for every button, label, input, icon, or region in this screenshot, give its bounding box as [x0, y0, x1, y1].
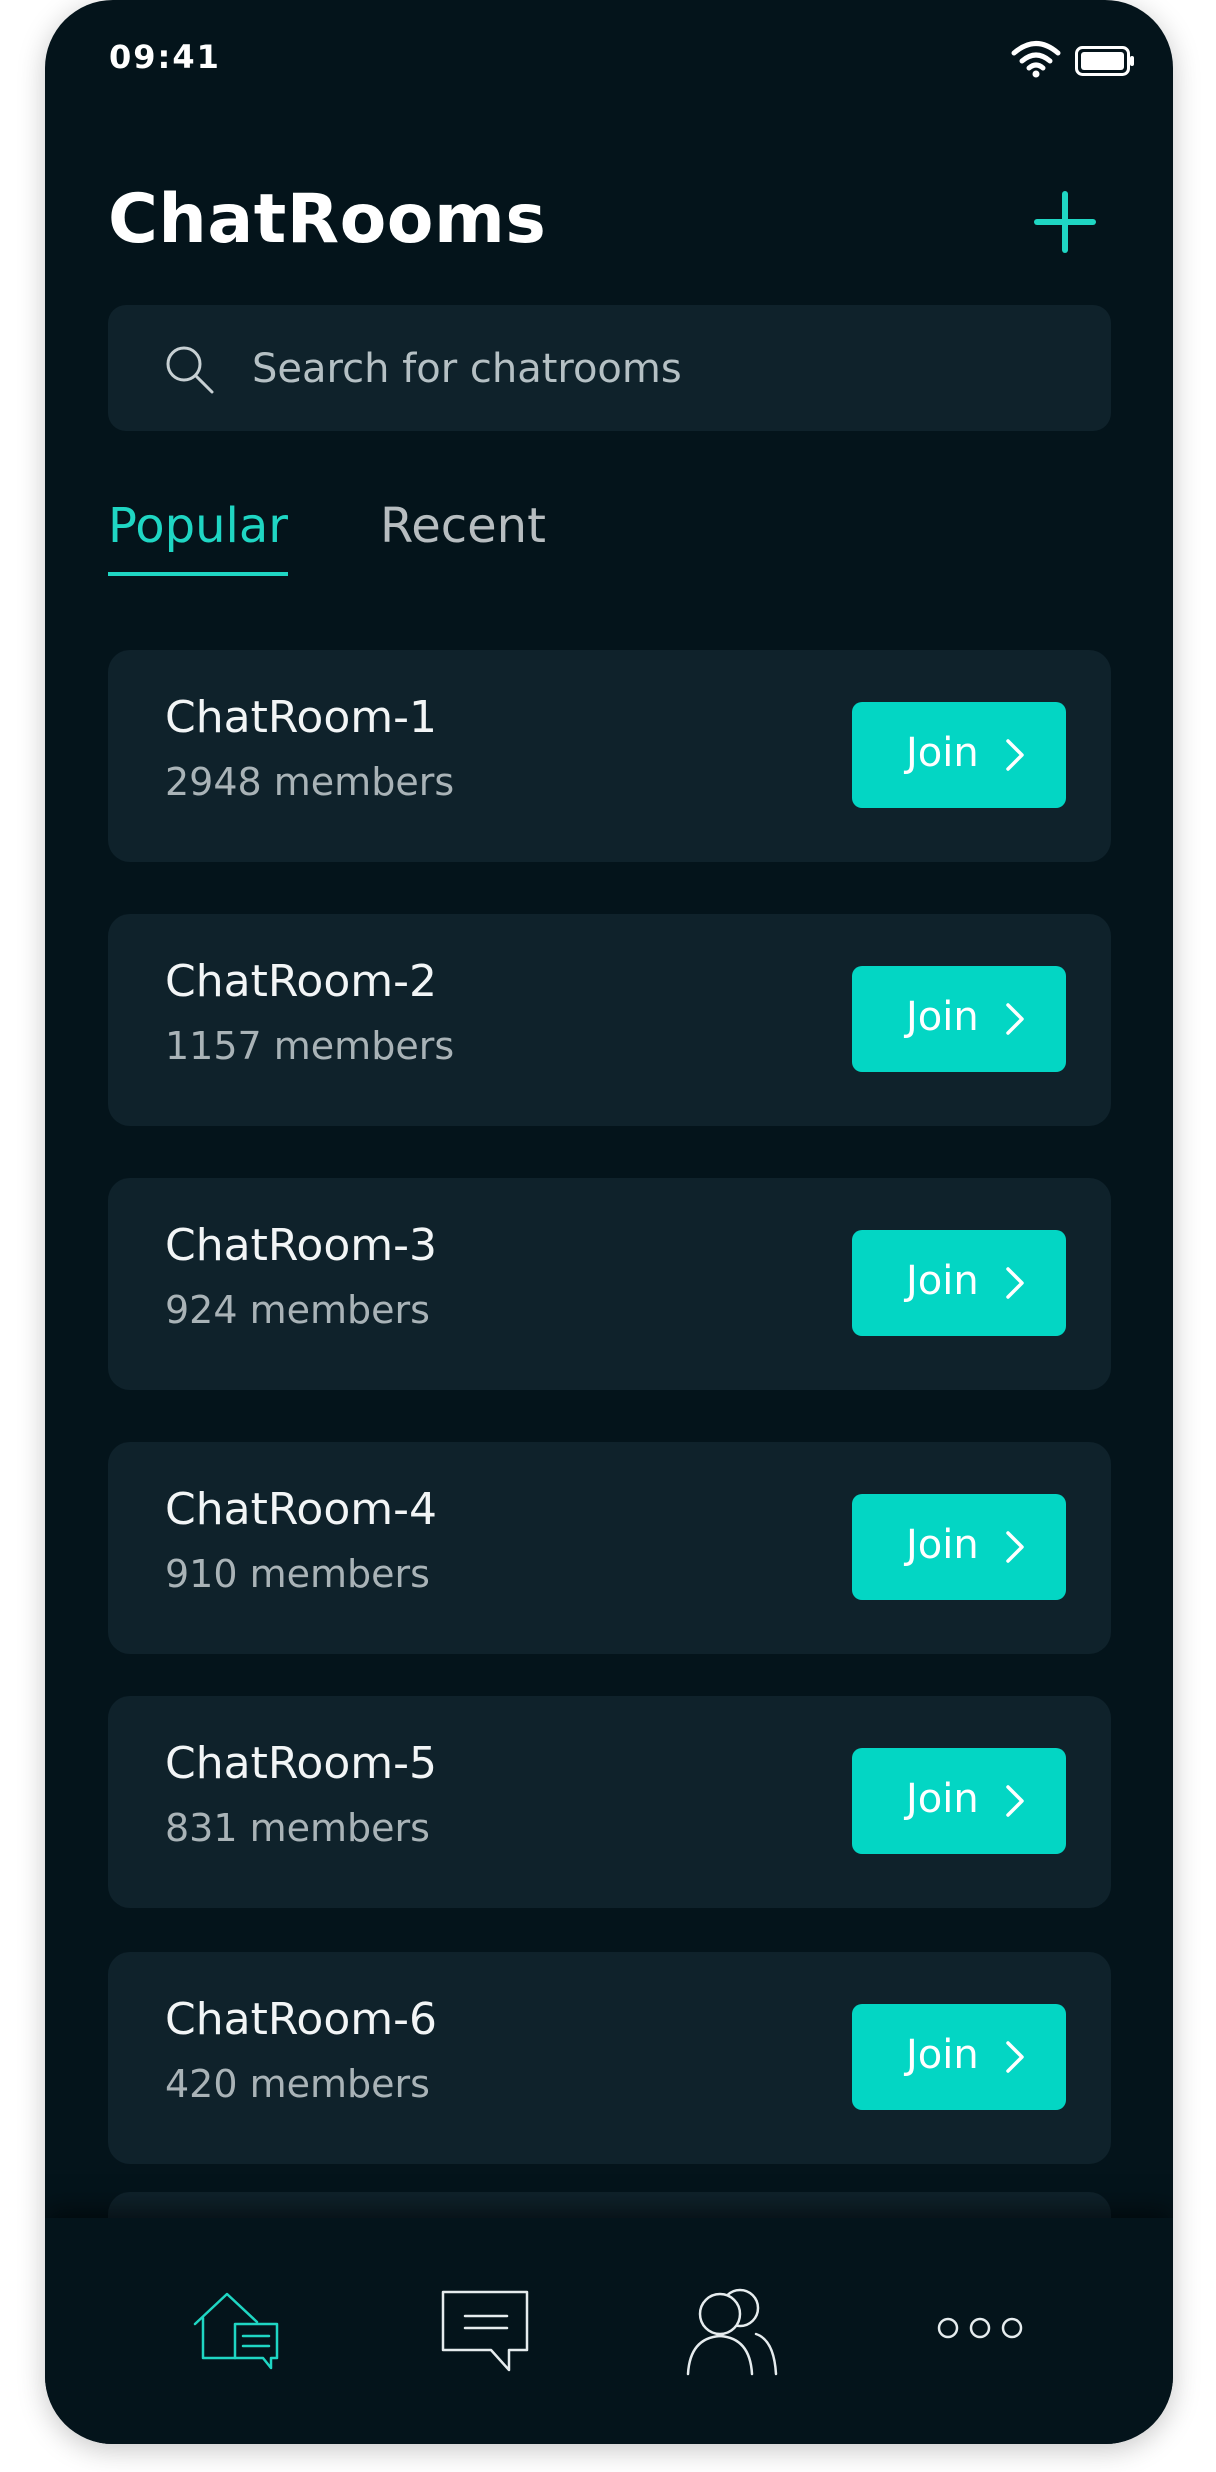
add-chatroom-button[interactable]	[1031, 188, 1099, 256]
chatroom-card[interactable]: ChatRoom-6 420 members Join	[108, 1952, 1111, 2164]
join-button-label: Join	[906, 1776, 979, 1822]
chevron-right-icon	[1006, 2041, 1024, 2073]
chevron-right-icon	[1006, 1003, 1024, 1035]
join-button-label: Join	[906, 730, 979, 776]
chatroom-card[interactable]: ChatRoom-4 910 members Join	[108, 1442, 1111, 1654]
chatroom-member-count: 831 members	[165, 1806, 430, 1850]
chatroom-name: ChatRoom-3	[165, 1220, 437, 1271]
chatroom-name: ChatRoom-1	[165, 692, 437, 743]
chatroom-member-count: 2948 members	[165, 760, 455, 804]
join-button[interactable]: Join	[852, 966, 1066, 1072]
nav-people[interactable]	[682, 2278, 782, 2378]
battery-icon	[1075, 46, 1134, 76]
search-box[interactable]	[108, 305, 1111, 431]
join-button[interactable]: Join	[852, 2004, 1066, 2110]
join-button[interactable]: Join	[852, 1494, 1066, 1600]
plus-icon	[1034, 191, 1096, 253]
chatroom-card[interactable]: ChatRoom-2 1157 members Join	[108, 914, 1111, 1126]
chatroom-name: ChatRoom-6	[165, 1994, 437, 2045]
join-button-label: Join	[906, 1258, 979, 1304]
bottom-nav	[45, 2218, 1173, 2444]
chatroom-member-count: 924 members	[165, 1288, 430, 1332]
chatroom-card[interactable]: ChatRoom-3 924 members Join	[108, 1178, 1111, 1390]
join-button[interactable]: Join	[852, 1230, 1066, 1336]
chevron-right-icon	[1006, 739, 1024, 771]
chatroom-name: ChatRoom-2	[165, 956, 437, 1007]
status-bar: 09:41	[45, 0, 1173, 110]
join-button[interactable]: Join	[852, 1748, 1066, 1854]
nav-more[interactable]	[930, 2278, 1030, 2378]
chatroom-name: ChatRoom-4	[165, 1484, 437, 1535]
chatroom-card[interactable]: ChatRoom-5 831 members Join	[108, 1696, 1111, 1908]
chatroom-name: ChatRoom-5	[165, 1738, 437, 1789]
chatroom-member-count: 910 members	[165, 1552, 430, 1596]
search-input[interactable]	[250, 325, 1074, 413]
join-button-label: Join	[906, 994, 979, 1040]
join-button[interactable]: Join	[852, 702, 1066, 808]
more-icon	[937, 2317, 1023, 2339]
chatroom-card[interactable]: ChatRoom-1 2948 members Join	[108, 650, 1111, 862]
nav-messages[interactable]	[435, 2278, 535, 2378]
tab-popular[interactable]: Popular	[108, 498, 288, 576]
chatroom-member-count: 420 members	[165, 2062, 430, 2106]
tab-recent[interactable]: Recent	[380, 498, 546, 554]
chevron-right-icon	[1006, 1785, 1024, 1817]
phone-screen: 09:41 ChatRooms Popular Recent	[45, 0, 1173, 2444]
chevron-right-icon	[1006, 1531, 1024, 1563]
home-chat-icon	[193, 2292, 279, 2370]
chatroom-member-count: 1157 members	[165, 1024, 455, 1068]
chevron-right-icon	[1006, 1267, 1024, 1299]
status-time: 09:41	[109, 38, 221, 76]
join-button-label: Join	[906, 2032, 979, 2078]
message-icon	[441, 2290, 529, 2372]
search-icon	[166, 346, 214, 394]
people-icon	[686, 2288, 778, 2376]
join-button-label: Join	[906, 1522, 979, 1568]
wifi-icon	[1011, 41, 1061, 78]
page-title: ChatRooms	[108, 180, 547, 259]
nav-home[interactable]	[187, 2278, 287, 2378]
